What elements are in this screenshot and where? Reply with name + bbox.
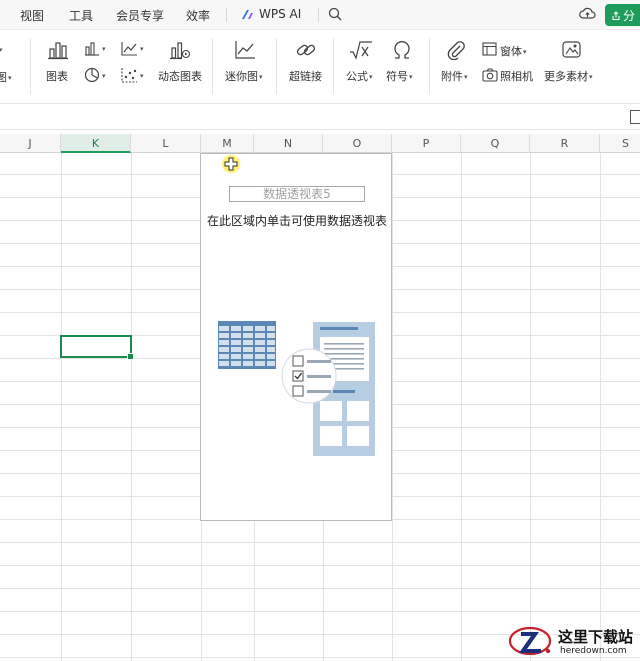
formula-label: 公式 [346, 70, 368, 83]
pivot-table-name: 数据透视表5 [229, 186, 365, 202]
watermark: 这里下载站 heredown.com [508, 622, 640, 661]
active-cell-selection[interactable] [60, 335, 134, 360]
pivot-table-illustration-icon [218, 321, 375, 456]
grid-row-line [0, 565, 640, 566]
share-icon [612, 11, 620, 21]
dynamic-chart-button-label[interactable]: 动态图表 [158, 68, 202, 84]
grid-column-line [131, 153, 132, 661]
column-header[interactable]: M [201, 134, 254, 153]
pie-chart-icon[interactable] [84, 67, 100, 83]
menu-member[interactable]: 会员专享 [116, 7, 164, 24]
ribbon-divider [333, 38, 334, 94]
more-material-button[interactable]: 更多素材▾ [544, 68, 593, 84]
symbol-label: 符号 [386, 70, 408, 83]
column-header[interactable]: P [392, 134, 461, 153]
grid-column-line [461, 153, 462, 661]
form-window-button[interactable]: 窗体▾ [500, 43, 527, 59]
form-window-label: 窗体 [500, 45, 522, 58]
partial-caret: ▾ [0, 46, 3, 54]
ribbon-divider [212, 38, 213, 94]
heredown-logo-icon [508, 626, 552, 656]
attachment-label: 附件 [441, 70, 463, 83]
expand-formula-bar-icon[interactable] [630, 110, 640, 124]
column-header[interactable]: L [131, 134, 201, 153]
omega-symbol-icon[interactable] [392, 40, 412, 60]
hyperlink-button-label[interactable]: 超链接 [289, 68, 322, 84]
grid-row-line [0, 611, 640, 612]
watermark-title: 这里下载站 [558, 628, 634, 646]
pie-chart-caret[interactable]: ▾ [101, 69, 106, 82]
ribbon-toolbar: ▾ 图▾ 图表 ▾ ▾ ▾ ▾ 动态图表 迷你图▾ 超链接 公式▾ 符号▾ 附件… [0, 30, 640, 104]
pivot-table-placeholder[interactable]: 数据透视表5 在此区域内单击可使用数据透视表 [200, 153, 392, 521]
more-material-icon[interactable] [561, 40, 583, 60]
menu-view[interactable]: 视图 [20, 7, 44, 24]
scatter-chart-icon[interactable] [121, 67, 138, 83]
grid-column-line [530, 153, 531, 661]
menu-divider [318, 8, 319, 22]
column-header[interactable]: R [530, 134, 600, 153]
bar-chart-icon[interactable] [84, 41, 100, 56]
bar-chart-caret[interactable]: ▾ [101, 42, 106, 55]
ribbon-divider [30, 38, 31, 94]
more-material-label: 更多素材 [544, 70, 588, 83]
hyperlink-icon[interactable] [295, 40, 317, 60]
ribbon-divider [276, 38, 277, 94]
column-header[interactable]: Q [461, 134, 530, 153]
formula-button[interactable]: 公式▾ [346, 68, 373, 84]
column-header-active[interactable]: K [61, 134, 131, 153]
attachment-button[interactable]: 附件▾ [441, 68, 468, 84]
sparkline-button[interactable]: 迷你图▾ [225, 68, 263, 84]
pivot-table-hint: 在此区域内单击可使用数据透视表 [207, 214, 388, 228]
cloud-sync-icon[interactable] [579, 6, 596, 22]
line-chart-caret[interactable]: ▾ [139, 42, 144, 55]
sparkline-icon[interactable] [234, 40, 256, 60]
grid-row-line [0, 588, 640, 589]
share-button[interactable]: 分 [605, 4, 640, 26]
form-window-icon[interactable] [482, 42, 497, 56]
scatter-chart-caret[interactable]: ▾ [139, 69, 144, 82]
menu-divider [226, 8, 227, 22]
column-header[interactable]: J [0, 134, 61, 153]
grid-row-line [0, 542, 640, 543]
paperclip-icon[interactable] [446, 40, 466, 60]
column-header[interactable]: O [323, 134, 392, 153]
grid-column-line [392, 153, 393, 661]
grid-column-line [61, 153, 62, 661]
chart-button-label[interactable]: 图表 [46, 68, 68, 84]
camera-icon[interactable] [482, 68, 498, 82]
chart-icon[interactable] [47, 40, 69, 60]
menu-wps-ai[interactable]: WPS AI [259, 7, 301, 21]
wps-ai-logo-icon [242, 10, 253, 19]
line-chart-icon[interactable] [121, 41, 138, 56]
share-label: 分 [623, 9, 636, 23]
grid-column-line [600, 153, 601, 661]
dynamic-chart-icon[interactable] [169, 40, 191, 60]
watermark-domain: heredown.com [560, 646, 627, 656]
menu-bar: 视图 工具 会员专享 效率 WPS AI 分 [0, 0, 640, 30]
sparkline-label: 迷你图 [225, 70, 258, 83]
symbol-button[interactable]: 符号▾ [386, 68, 413, 84]
column-header[interactable]: S [600, 134, 640, 153]
camera-button-label[interactable]: 照相机 [500, 68, 533, 84]
formula-icon[interactable] [349, 40, 373, 60]
column-header[interactable]: N [254, 134, 323, 153]
column-header-row: J K L M N O P Q R S [0, 134, 640, 153]
crosshair-cursor-icon [224, 157, 238, 171]
menu-tools[interactable]: 工具 [69, 7, 93, 24]
ribbon-divider [429, 38, 430, 94]
formula-bar[interactable] [0, 104, 640, 130]
search-icon[interactable] [328, 7, 342, 21]
menu-efficiency[interactable]: 效率 [186, 7, 210, 24]
partial-left-button[interactable]: 图▾ [0, 69, 12, 85]
